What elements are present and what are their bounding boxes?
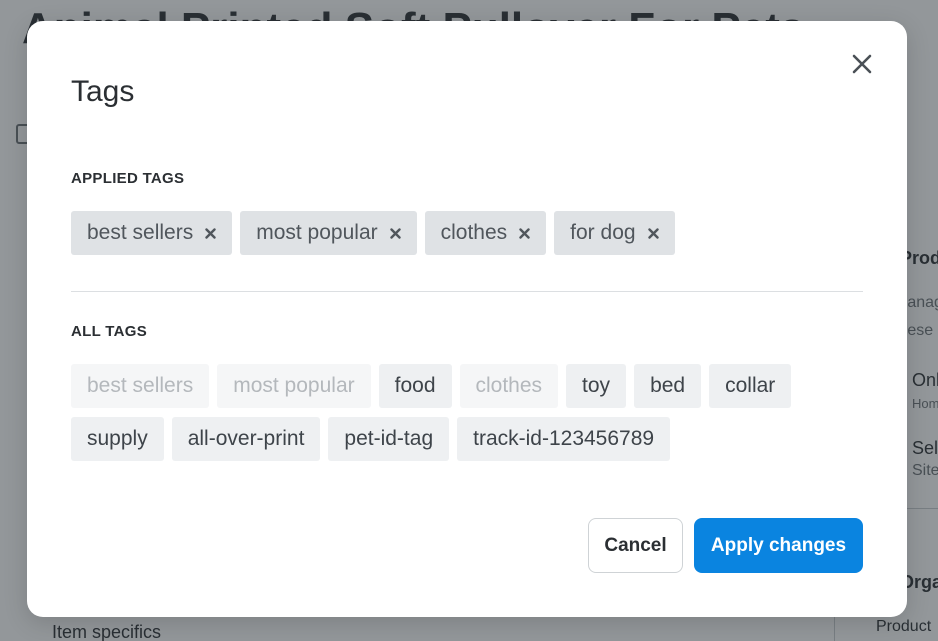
all-tags-list: best sellers most popular food clothes toy be… — [71, 364, 871, 461]
close-icon — [852, 54, 872, 74]
all-tags-label: ALL TAGS — [71, 323, 148, 340]
tag-option[interactable]: track-id-123456789 — [457, 417, 671, 461]
remove-tag-icon[interactable] — [205, 227, 216, 239]
tag-option[interactable]: all-over-print — [171, 417, 321, 461]
tag-option[interactable]: supply — [71, 417, 164, 461]
applied-tag-chip: most popular — [240, 211, 417, 255]
tag-label: for dog — [570, 221, 636, 244]
tag-option[interactable]: food — [378, 364, 452, 408]
applied-tags-list: best sellers most popular clothes for dog — [71, 211, 871, 255]
close-button[interactable] — [845, 47, 879, 81]
tag-label: clothes — [440, 221, 508, 244]
tag-option[interactable]: pet-id-tag — [328, 417, 450, 461]
apply-changes-button[interactable]: Apply changes — [694, 518, 863, 573]
tag-option-disabled: most popular — [217, 364, 371, 408]
section-divider — [71, 291, 863, 292]
applied-tag-chip: best sellers — [71, 211, 233, 255]
tag-option[interactable]: collar — [709, 364, 792, 408]
tag-label: best sellers — [87, 221, 194, 244]
remove-tag-icon[interactable] — [519, 227, 530, 239]
dialog-title: Tags — [71, 75, 135, 108]
remove-tag-icon[interactable] — [389, 227, 401, 239]
cancel-button[interactable]: Cancel — [588, 518, 683, 573]
tag-label: most popular — [256, 221, 378, 244]
tag-option[interactable]: toy — [566, 364, 627, 408]
remove-tag-icon[interactable] — [647, 227, 659, 239]
tag-option[interactable]: bed — [634, 364, 702, 408]
applied-tag-chip: for dog — [554, 211, 675, 255]
tags-dialog: Tags APPLIED TAGS best sellers most popul… — [27, 21, 907, 617]
applied-tags-label: APPLIED TAGS — [71, 170, 185, 187]
tag-option-disabled: best sellers — [71, 364, 210, 408]
applied-tag-chip: clothes — [424, 211, 547, 255]
tag-option-disabled: clothes — [459, 364, 559, 408]
